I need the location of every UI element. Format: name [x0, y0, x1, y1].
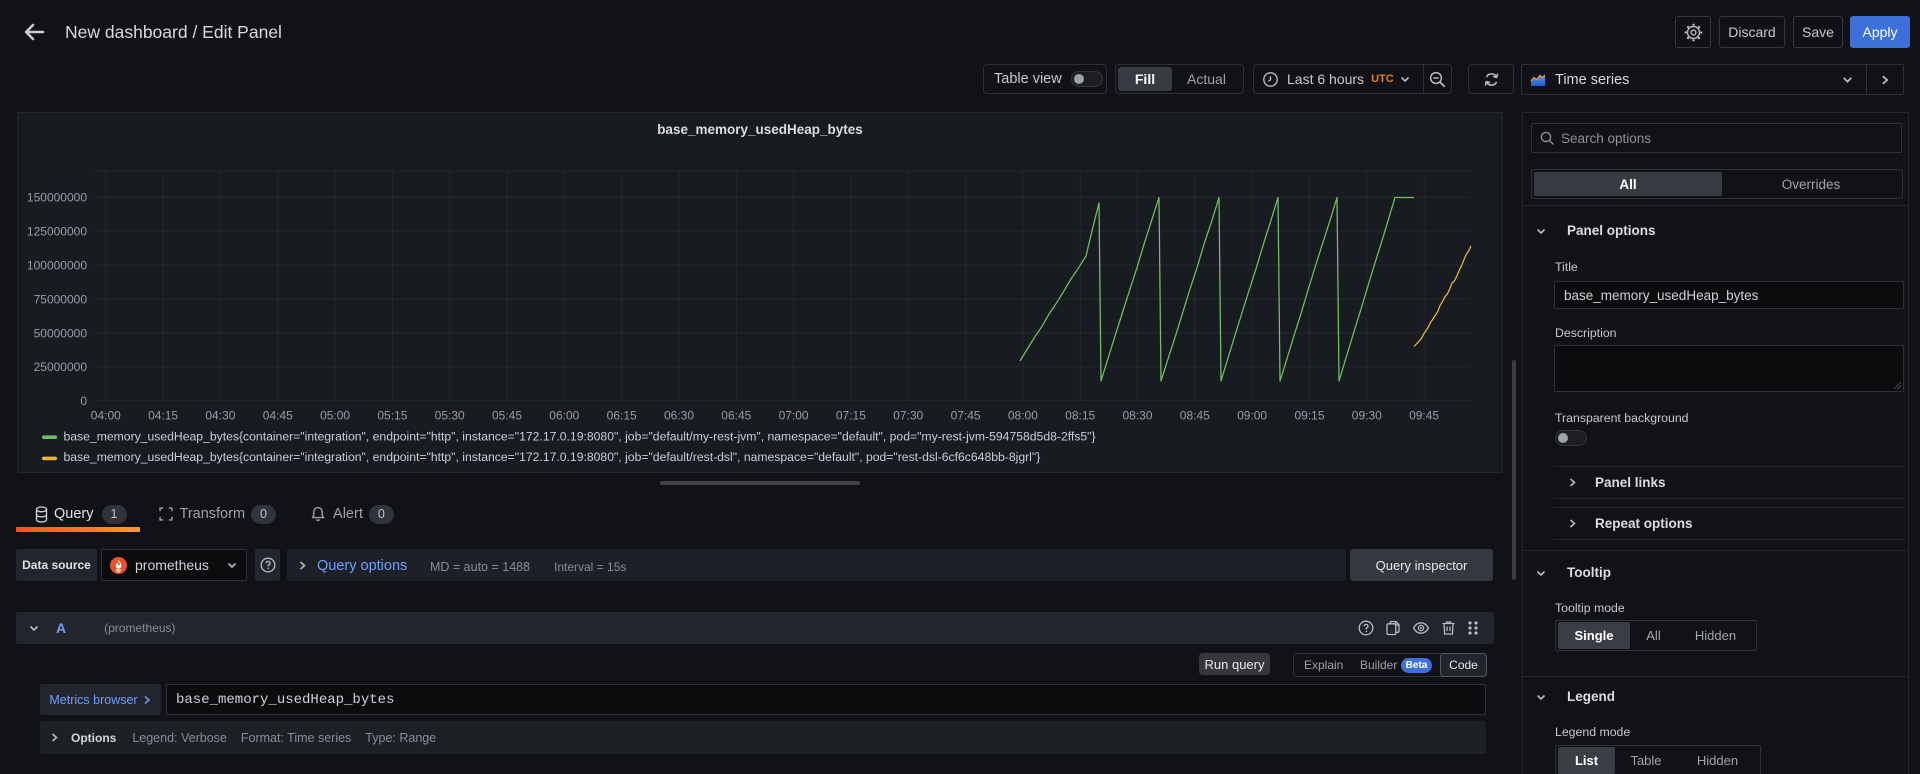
svg-text:09:00: 09:00 — [1237, 408, 1267, 422]
svg-text:05:00: 05:00 — [320, 408, 350, 422]
svg-text:09:15: 09:15 — [1294, 408, 1324, 422]
svg-text:06:15: 06:15 — [607, 408, 637, 422]
svg-text:07:30: 07:30 — [893, 408, 923, 422]
svg-text:base_memory_usedHeap_bytes{con: base_memory_usedHeap_bytes{container="in… — [64, 450, 1041, 464]
svg-text:04:15: 04:15 — [148, 408, 178, 422]
svg-text:125000000: 125000000 — [27, 225, 87, 239]
svg-text:07:45: 07:45 — [951, 408, 981, 422]
svg-text:06:00: 06:00 — [549, 408, 579, 422]
svg-text:08:45: 08:45 — [1180, 408, 1210, 422]
svg-text:75000000: 75000000 — [34, 292, 88, 306]
svg-text:09:45: 09:45 — [1409, 408, 1439, 422]
svg-text:base_memory_usedHeap_bytes{con: base_memory_usedHeap_bytes{container="in… — [64, 430, 1096, 444]
svg-text:0: 0 — [80, 394, 87, 408]
svg-text:09:30: 09:30 — [1352, 408, 1382, 422]
svg-text:05:15: 05:15 — [377, 408, 407, 422]
svg-text:150000000: 150000000 — [27, 191, 87, 205]
svg-text:50000000: 50000000 — [34, 326, 88, 340]
svg-text:100000000: 100000000 — [27, 259, 87, 273]
svg-text:06:30: 06:30 — [664, 408, 694, 422]
svg-text:25000000: 25000000 — [34, 360, 88, 374]
svg-text:08:30: 08:30 — [1122, 408, 1152, 422]
svg-text:04:00: 04:00 — [91, 408, 121, 422]
svg-text:07:00: 07:00 — [779, 408, 809, 422]
svg-text:06:45: 06:45 — [721, 408, 751, 422]
svg-text:08:15: 08:15 — [1065, 408, 1095, 422]
svg-text:05:45: 05:45 — [492, 408, 522, 422]
svg-text:04:30: 04:30 — [205, 408, 235, 422]
svg-text:05:30: 05:30 — [435, 408, 465, 422]
svg-text:07:15: 07:15 — [836, 408, 866, 422]
svg-text:08:00: 08:00 — [1008, 408, 1038, 422]
svg-text:04:45: 04:45 — [263, 408, 293, 422]
